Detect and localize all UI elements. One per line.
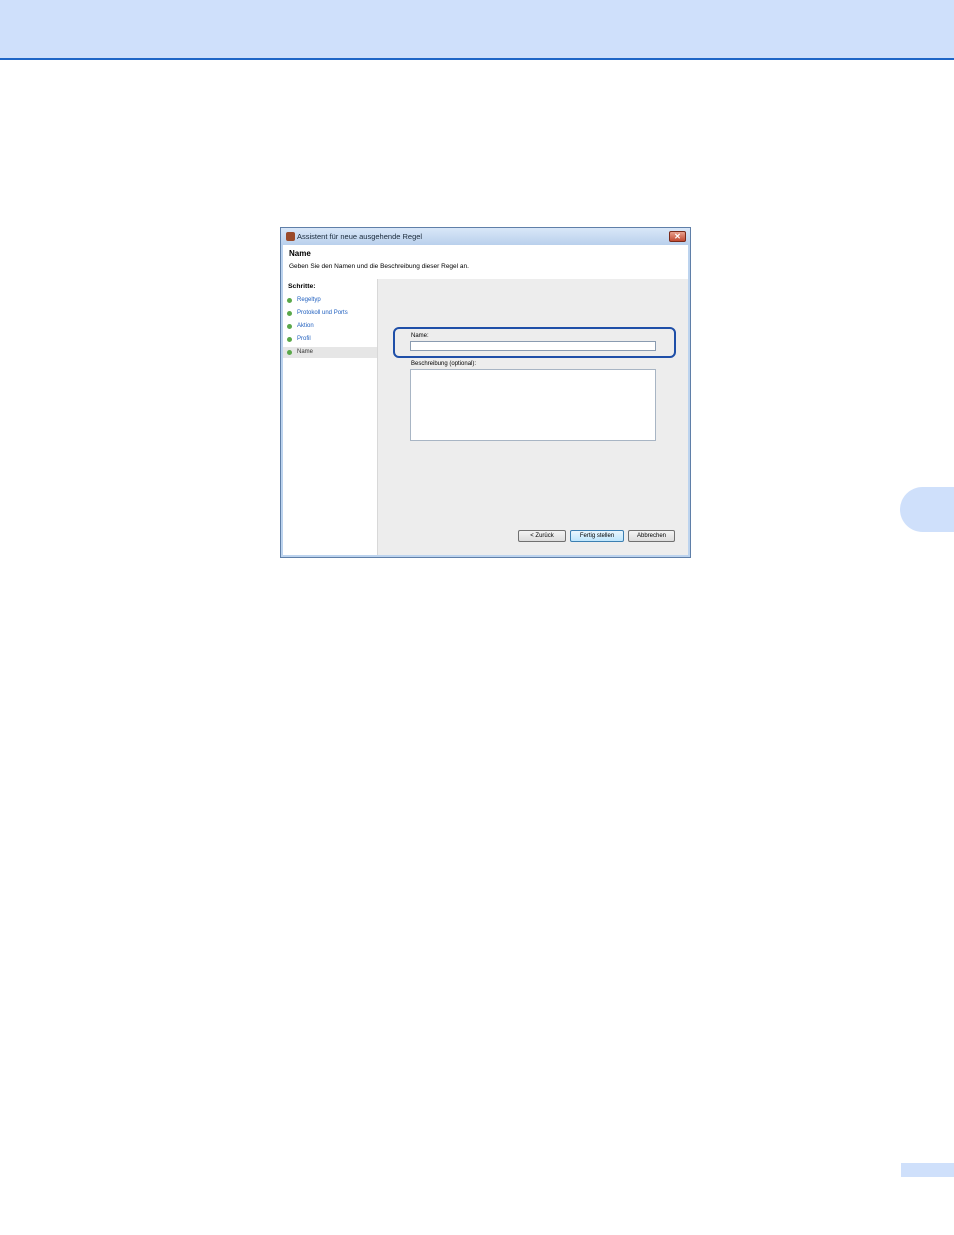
description-input[interactable] (410, 369, 656, 441)
page-number-tab (901, 1163, 954, 1177)
form-panel: Name: Beschreibung (optional): < Zurück … (378, 279, 688, 555)
step-label: Protokoll und Ports (297, 310, 348, 316)
back-button[interactable]: < Zurück (518, 530, 566, 542)
step-label: Profil (297, 336, 311, 342)
step-name[interactable]: Name (283, 347, 377, 358)
green-dot-icon (287, 337, 292, 342)
steps-panel: Schritte: Regeltyp Protokoll und Ports A… (283, 279, 378, 555)
step-label: Name (297, 349, 314, 355)
step-protokoll-und-ports[interactable]: Protokoll und Ports (283, 308, 377, 319)
wizard-header: Name Geben Sie den Namen und die Beschre… (283, 245, 688, 279)
green-dot-icon (287, 324, 292, 329)
step-aktion[interactable]: Aktion (283, 321, 377, 332)
green-dot-icon (287, 298, 292, 303)
title-bar: Assistent für neue ausgehende Regel ✕ (281, 228, 690, 245)
close-button[interactable]: ✕ (669, 231, 686, 242)
name-label: Name: (411, 333, 429, 339)
page-title: Name (289, 249, 311, 258)
wizard-body: Schritte: Regeltyp Protokoll und Ports A… (283, 279, 688, 555)
step-label: Aktion (297, 323, 314, 329)
firewall-icon (286, 232, 295, 241)
finish-button[interactable]: Fertig stellen (570, 530, 624, 542)
description-label: Beschreibung (optional): (411, 361, 477, 367)
new-outbound-rule-wizard: Assistent für neue ausgehende Regel ✕ Na… (280, 227, 691, 558)
green-dot-icon (287, 311, 292, 316)
window-title: Assistent für neue ausgehende Regel (297, 232, 423, 241)
name-input[interactable] (410, 341, 656, 351)
steps-heading: Schritte: (288, 283, 316, 290)
page-subtitle: Geben Sie den Namen und die Beschreibung… (289, 263, 469, 270)
step-profil[interactable]: Profil (283, 334, 377, 345)
cancel-button[interactable]: Abbrechen (628, 530, 675, 542)
green-dot-icon (287, 350, 292, 355)
step-regeltyp[interactable]: Regeltyp (283, 295, 377, 306)
step-label: Regeltyp (297, 297, 321, 303)
chapter-tab (900, 487, 954, 532)
page-header-band (0, 0, 954, 60)
